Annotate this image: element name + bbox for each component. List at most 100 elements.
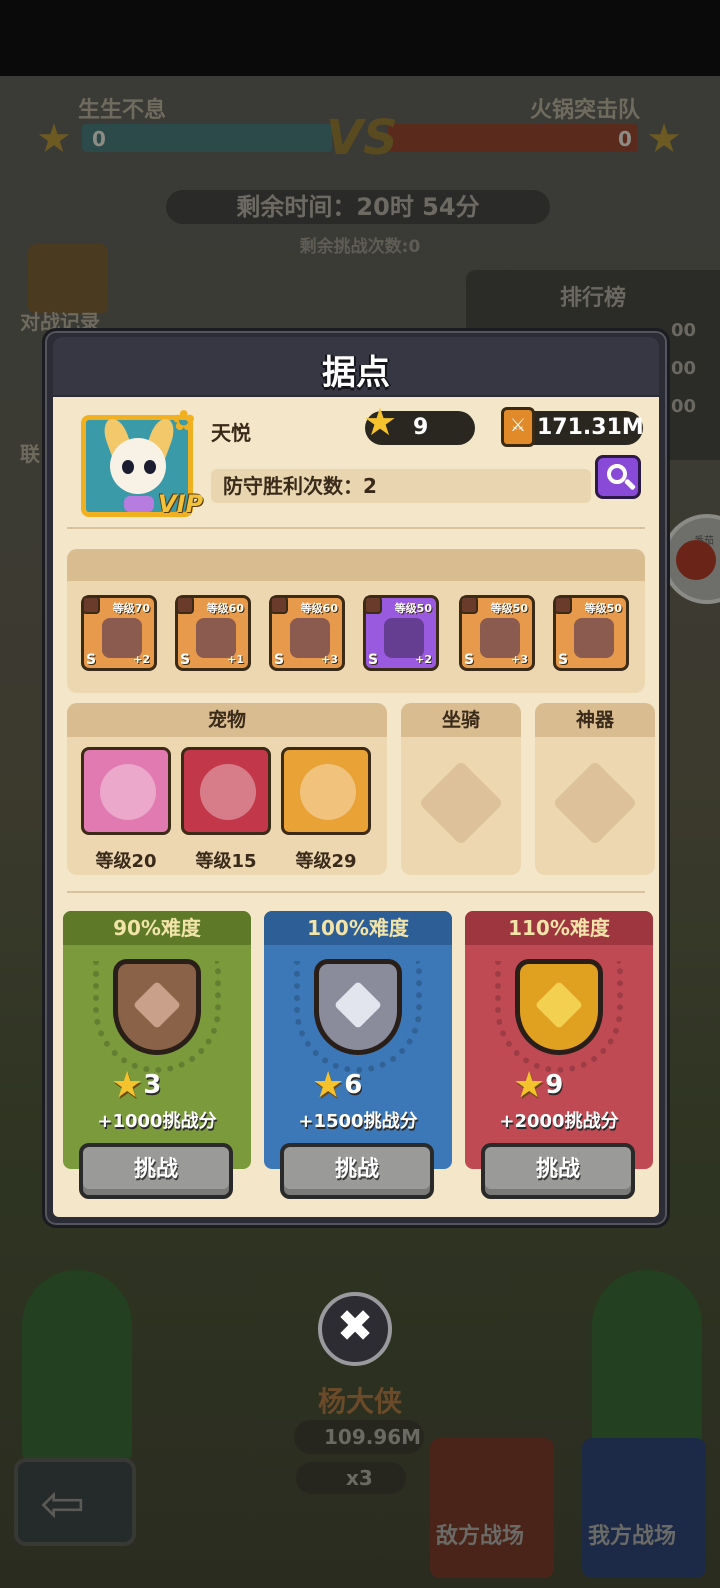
- leaderboard-value: 00: [670, 320, 696, 341]
- difficulty-label: 110%难度: [465, 911, 653, 945]
- equip-level: 等级70: [112, 602, 150, 615]
- vip-badge: VIP: [158, 490, 204, 518]
- team-right-name: 火锅突击队: [529, 98, 640, 123]
- star-icon: ★: [513, 1065, 546, 1106]
- bottom-player-name: 杨大侠: [317, 1385, 402, 1418]
- team-left-name: 生生不息: [78, 98, 167, 123]
- modal-body: ✿ VIP 天悦 ★ 9 ⚔ 171.31M 防守胜利次数：2 宠物 等级20 …: [53, 397, 659, 1217]
- pet-slot[interactable]: [181, 747, 271, 835]
- equipment-slot[interactable]: 等级50 S +2: [363, 595, 439, 671]
- gold-shield-icon: [515, 959, 603, 1055]
- close-icon[interactable]: ✖: [318, 1292, 392, 1366]
- reward-score: +2000挑战分: [499, 1111, 619, 1132]
- difficulty-label: 100%难度: [264, 911, 452, 945]
- flower-icon: ✿: [172, 404, 196, 437]
- artifact-title: 神器: [535, 703, 655, 737]
- chalice-icon: [574, 618, 614, 658]
- alliance-label: 联: [20, 442, 40, 466]
- challenge-button[interactable]: 挑战: [481, 1143, 635, 1199]
- star-icon: ★: [111, 1065, 144, 1106]
- reward-stars-value: 3: [143, 1070, 162, 1100]
- team-left-score: 0: [92, 127, 106, 151]
- reward-stars-value: 9: [545, 1070, 564, 1100]
- cape-icon: [196, 618, 236, 658]
- shield-gem: [534, 980, 584, 1030]
- pet-level: 等级29: [295, 851, 357, 872]
- empty-slot-icon: [418, 760, 504, 846]
- challenge-button[interactable]: 挑战: [79, 1143, 233, 1199]
- mouse-pet-icon: [100, 764, 156, 820]
- my-field-button[interactable]: [582, 1438, 706, 1578]
- divider: [67, 891, 645, 893]
- empty-slot-icon: [552, 760, 638, 846]
- challenge-card-hard: 110%难度 ★9 +2000挑战分 挑战: [465, 911, 653, 1199]
- star-icon: ★: [36, 116, 72, 162]
- pet-slot[interactable]: [281, 747, 371, 835]
- equipment-header: [67, 549, 645, 581]
- orb-icon: [480, 618, 520, 658]
- equipment-slot[interactable]: 等级60 S +3: [269, 595, 345, 671]
- team-right-score: 0: [618, 127, 632, 151]
- equip-grade: S: [464, 652, 475, 668]
- equip-level: 等级50: [584, 602, 622, 615]
- equip-plus: +3: [321, 653, 338, 666]
- equip-level: 等级50: [490, 602, 528, 615]
- challenge-card-normal: 100%难度 ★6 +1500挑战分 挑战: [264, 911, 452, 1199]
- equip-grade: S: [180, 652, 191, 668]
- equip-grade: S: [86, 652, 97, 668]
- reward-stars: ★9: [513, 1065, 563, 1106]
- equip-type-icon: [460, 596, 478, 614]
- back-button[interactable]: ⇦: [14, 1458, 136, 1546]
- equip-type-icon: [176, 596, 194, 614]
- player-avatar[interactable]: ✿ VIP: [81, 404, 203, 518]
- pets-title: 宠物: [67, 703, 387, 737]
- reward-stars: ★6: [312, 1065, 362, 1106]
- equip-grade: S: [274, 652, 285, 668]
- equip-level: 等级60: [206, 602, 244, 615]
- back-arrow-icon: ⇦: [40, 1472, 86, 1535]
- bottom-power: 109.96M: [294, 1420, 424, 1454]
- shield-gem: [333, 980, 383, 1030]
- round-button-text: 番茄: [694, 536, 714, 547]
- equipment-slot[interactable]: 等级70 S +2: [81, 595, 157, 671]
- equipment-slot[interactable]: 等级50 S +3: [459, 595, 535, 671]
- avatar-face: [110, 438, 166, 494]
- player-stars: ★ 9: [363, 403, 475, 445]
- battle-record-button[interactable]: [28, 244, 108, 314]
- my-field-label: 我方战场: [588, 1524, 677, 1549]
- equip-level: 等级50: [394, 602, 432, 615]
- equip-plus: +2: [133, 653, 150, 666]
- enemy-field-button[interactable]: [430, 1438, 554, 1578]
- leaderboard-value: 00: [670, 358, 696, 379]
- reward-stars: ★3: [111, 1065, 161, 1106]
- bronze-shield-icon: [113, 959, 201, 1055]
- artifact-panel: 神器: [535, 703, 655, 875]
- defense-wins: 防守胜利次数：2: [211, 469, 591, 503]
- equip-type-icon: [82, 596, 100, 614]
- ring-icon: [290, 618, 330, 658]
- pet-level: 等级15: [195, 851, 257, 872]
- bracer-icon: [384, 618, 424, 658]
- challenge-button[interactable]: 挑战: [280, 1143, 434, 1199]
- mount-panel: 坐骑: [401, 703, 521, 875]
- equipment-slot[interactable]: 等级60 S +1: [175, 595, 251, 671]
- sword-icon: ⚔: [501, 407, 535, 447]
- mount-title: 坐骑: [401, 703, 521, 737]
- vs-label: VS: [326, 110, 398, 166]
- battle-header: 生生不息 火锅突击队 ★ ★ 0 0 VS: [0, 80, 720, 170]
- challenges-remaining: 剩余挑战次数:0: [299, 237, 421, 257]
- avatar-bow: [124, 496, 154, 512]
- inspect-button[interactable]: [595, 455, 641, 499]
- time-remaining: 剩余时间：20时 54分: [166, 190, 550, 224]
- crossbow-icon: [102, 618, 142, 658]
- search-icon-handle: [623, 478, 637, 491]
- leaderboard-title: 排行榜: [559, 286, 626, 311]
- pets-panel: 宠物 等级20 等级15 等级29: [67, 703, 387, 875]
- equipment-slot[interactable]: 等级50 S: [553, 595, 629, 671]
- reward-stars-value: 6: [344, 1070, 363, 1100]
- leaderboard-value: 00: [670, 396, 696, 417]
- defense-wins-label: 防守胜利次数：: [223, 474, 363, 498]
- equip-type-icon: [364, 596, 382, 614]
- pet-slot[interactable]: [81, 747, 171, 835]
- bottom-stars: x3: [296, 1462, 406, 1494]
